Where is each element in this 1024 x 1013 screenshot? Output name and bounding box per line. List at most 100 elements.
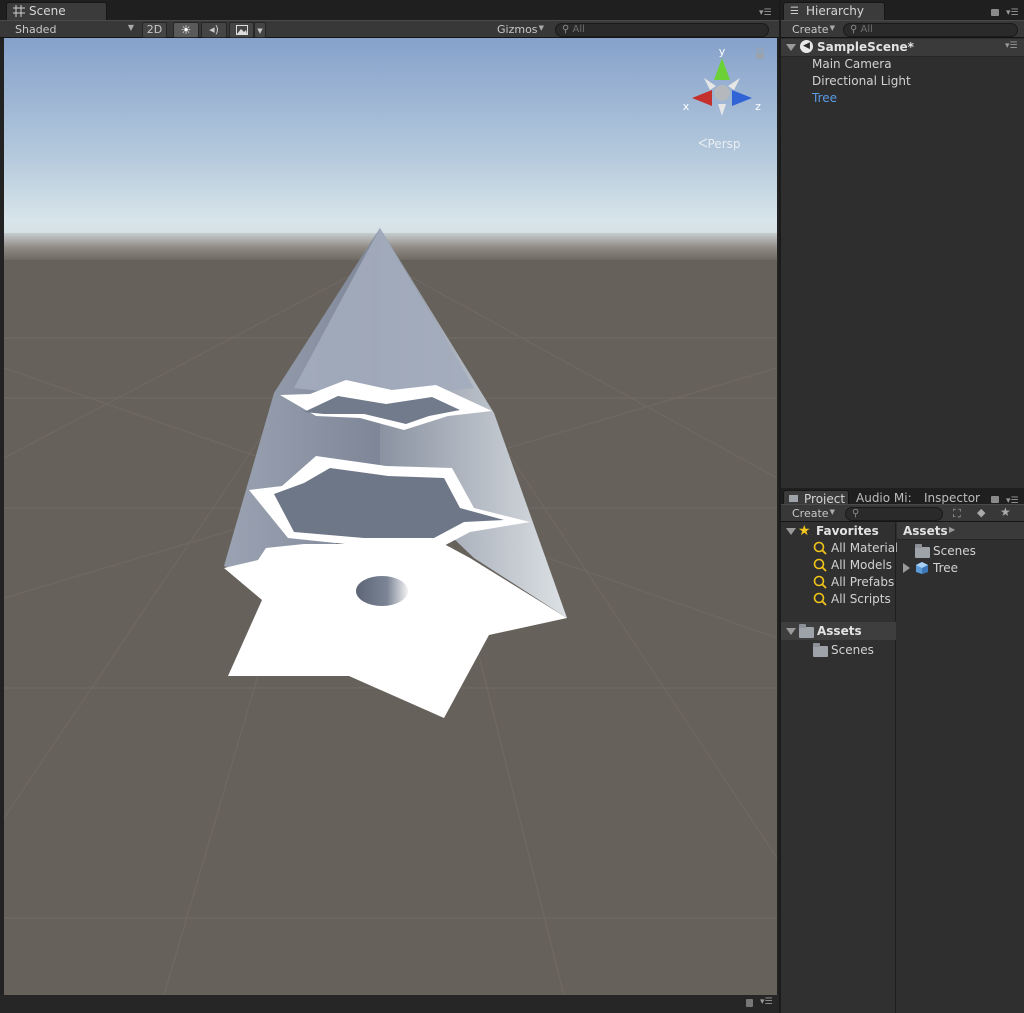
asset-item[interactable]: Tree [901,560,1024,576]
asset-item-label: Scenes [933,544,976,558]
project-toolbar: Create ▼ ⚲ ⛶ ◆ ★ [781,504,1024,522]
tab-audio-mixer-label: Audio Mi: [856,491,912,505]
search-icon: ⚲ [852,508,860,519]
scene-viewport[interactable]: y x z Persp [4,38,777,995]
scene-render: y x z Persp [4,38,777,995]
gizmo-y-label: y [719,45,726,58]
effects-dropdown-button[interactable]: ▼ [254,22,266,38]
scene-search-placeholder: All [572,24,585,35]
hierarchy-tabbar: ☰ Hierarchy ▾☰ [781,0,1024,20]
assets-tree-child[interactable]: Scenes [813,642,896,658]
project-assets-view: Assets ▶ Scenes Tree [897,522,1024,1013]
filter-by-type-icon[interactable]: ⛶ [953,507,961,521]
assets-tree-label: Assets [817,624,862,638]
folder-tab-icon [789,495,798,502]
filter-by-label-icon[interactable]: ◆ [977,506,985,519]
chevron-down-icon: ▼ [257,27,263,35]
hierarchy-scene-row[interactable]: ◀ SampleScene* ▾☰ [781,39,1024,57]
asset-item[interactable]: Scenes [913,543,1024,559]
chevron-down-icon: ▼ [829,24,835,32]
hierarchy-search-placeholder: All [860,24,873,35]
hierarchy-item-tree[interactable]: Tree [812,91,837,105]
panel-menu-icon[interactable]: ▾☰ [1005,41,1018,51]
tab-scene[interactable]: Scene [6,2,107,20]
lighting-toggle-button[interactable]: ☀ [173,22,199,38]
assets-breadcrumb[interactable]: Assets ▶ [897,522,1024,540]
hierarchy-create-label: Create [792,23,829,36]
speaker-icon: ◂) [209,23,219,36]
star-icon[interactable]: ★ [1000,505,1011,519]
favorite-item-label: All Prefabs [831,575,895,589]
image-icon [235,25,248,38]
hierarchy-toolbar: Create ▼ ⚲ All [781,20,1024,38]
favorite-item-label: All Materials [831,541,897,555]
panel-menu-icon[interactable]: ▾☰ [760,997,773,1007]
scene-toolbar: Shaded ▼ 2D ☀ ◂) ▼ Gizmos ▼ ⚲ All [0,20,779,38]
mode-2d-button[interactable]: 2D [142,22,167,38]
gizmo-x-label: x [683,100,690,113]
shading-mode-dropdown[interactable]: Shaded ▼ [10,22,138,38]
lock-icon[interactable] [991,496,999,503]
hierarchy-item-main-camera[interactable]: Main Camera [812,57,892,71]
hierarchy-item-directional-light[interactable]: Directional Light [812,74,911,88]
favorite-item[interactable]: All Scripts [813,591,897,607]
expand-arrow-icon[interactable] [786,44,796,51]
lock-icon[interactable] [746,999,753,1007]
favorite-item[interactable]: All Models [813,557,897,573]
scene-panel: Scene ▾☰ Shaded ▼ 2D ☀ ◂) ▼ Gizmos ▼ ⚲ A… [0,0,779,1013]
search-icon [813,592,827,606]
tab-hierarchy-label: Hierarchy [806,4,865,18]
search-icon: ⚲ [562,24,570,35]
gizmo-z-label: z [755,100,761,113]
star-icon: ★ [798,523,811,539]
breadcrumb-assets: Assets [903,524,948,538]
hierarchy-panel-menu-icon[interactable]: ▾☰ [1006,8,1020,18]
lock-icon[interactable] [991,9,999,16]
hierarchy-panel: ☰ Hierarchy ▾☰ Create ▼ ⚲ All ◀ SampleSc… [781,0,1024,488]
audio-toggle-button[interactable]: ◂) [201,22,227,38]
chevron-right-icon: ▶ [949,525,956,534]
assets-tree-child-label: Scenes [831,643,874,657]
assets-tree-row[interactable]: Assets [781,622,896,640]
gizmos-label: Gizmos [497,23,538,36]
favorites-label[interactable]: Favorites [816,524,879,538]
expand-arrow-icon[interactable] [786,628,796,635]
scene-panel-menu-icon[interactable]: ▾☰ [759,8,773,18]
search-icon: ⚲ [850,24,858,35]
scene-status-bar: ▾☰ [0,995,779,1013]
prefab-cube-icon [915,561,929,575]
gizmos-dropdown[interactable]: Gizmos ▼ [491,22,547,38]
expand-arrow-icon[interactable] [786,528,796,535]
tab-hierarchy[interactable]: ☰ Hierarchy [783,2,885,20]
tab-inspector-label: Inspector [924,491,980,505]
scene-tabbar: Scene ▾☰ [0,0,779,20]
hierarchy-search-input[interactable]: ⚲ All [843,23,1018,37]
project-panel: Project Audio Mi: Inspector ▾☰ Create ▼ … [781,488,1024,1013]
search-icon [813,558,827,572]
hierarchy-create-dropdown[interactable]: Create ▼ [787,22,837,38]
effects-toggle-button[interactable] [229,22,254,38]
shading-mode-label: Shaded [15,23,57,36]
favorite-item[interactable]: All Materials [813,540,897,556]
chevron-down-icon: ▼ [538,24,544,32]
folder-icon [799,624,814,638]
tab-scene-label: Scene [29,4,66,18]
chevron-down-icon: ▼ [127,23,134,32]
project-create-dropdown[interactable]: Create ▼ [787,506,837,522]
unity-logo-icon: ◀ [800,40,813,53]
scene-name: SampleScene* [817,40,914,54]
favorite-item-label: All Models [831,558,892,572]
search-icon [813,575,827,589]
grid-icon [13,5,25,17]
chevron-down-icon: ▼ [829,508,835,516]
project-search-input[interactable]: ⚲ [845,507,943,521]
project-tree: ★ Favorites All Materials All Models All… [781,522,897,1013]
asset-item-label: Tree [933,561,959,575]
expand-arrow-icon[interactable] [903,563,910,573]
list-icon: ☰ [790,6,799,17]
favorite-item[interactable]: All Prefabs [813,574,897,590]
project-create-label: Create [792,507,829,520]
scene-search-input[interactable]: ⚲ All [555,23,769,37]
folder-icon [915,544,930,558]
projection-label[interactable]: Persp [708,137,741,151]
